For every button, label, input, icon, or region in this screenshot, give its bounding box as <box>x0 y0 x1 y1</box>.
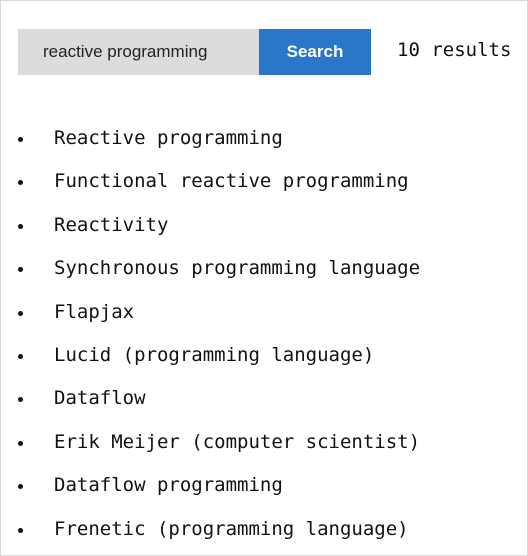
search-input[interactable] <box>18 29 259 75</box>
bullet-icon <box>18 310 23 316</box>
result-link[interactable]: Dataflow <box>54 387 146 409</box>
list-item: Reactive programming <box>1 117 420 160</box>
result-link[interactable]: Erik Meijer (computer scientist) <box>54 431 420 453</box>
list-item: Frenetic (programming language) <box>1 508 420 551</box>
result-link[interactable]: Lucid (programming language) <box>54 344 374 366</box>
result-link[interactable]: Reactive programming <box>54 127 283 149</box>
bullet-icon <box>18 527 23 533</box>
bullet-icon <box>18 180 23 186</box>
list-item: Erik Meijer (computer scientist) <box>1 421 420 464</box>
result-link[interactable]: Synchronous programming language <box>54 257 420 279</box>
result-count: 10 results <box>397 39 512 61</box>
list-item: Lucid (programming language) <box>1 334 420 377</box>
search-bar: Search <box>18 29 371 75</box>
result-link[interactable]: Dataflow programming <box>54 474 283 496</box>
result-link[interactable]: Functional reactive programming <box>54 170 409 192</box>
result-link[interactable]: Flapjax <box>54 301 134 323</box>
result-link[interactable]: Reactivity <box>54 214 168 236</box>
search-button[interactable]: Search <box>259 29 371 75</box>
search-widget: Search 10 results Reactive programming F… <box>0 0 528 556</box>
list-item: Reactivity <box>1 204 420 247</box>
bullet-icon <box>18 267 23 273</box>
list-item: Synchronous programming language <box>1 247 420 290</box>
results-list: Reactive programming Functional reactive… <box>1 117 420 551</box>
list-item: Flapjax <box>1 291 420 334</box>
result-link[interactable]: Frenetic (programming language) <box>54 518 409 540</box>
bullet-icon <box>18 397 23 403</box>
list-item: Dataflow programming <box>1 464 420 507</box>
list-item: Dataflow <box>1 377 420 420</box>
bullet-icon <box>18 484 23 490</box>
bullet-icon <box>18 440 23 446</box>
bullet-icon <box>18 223 23 229</box>
list-item: Functional reactive programming <box>1 160 420 203</box>
bullet-icon <box>18 353 23 359</box>
bullet-icon <box>18 137 23 142</box>
